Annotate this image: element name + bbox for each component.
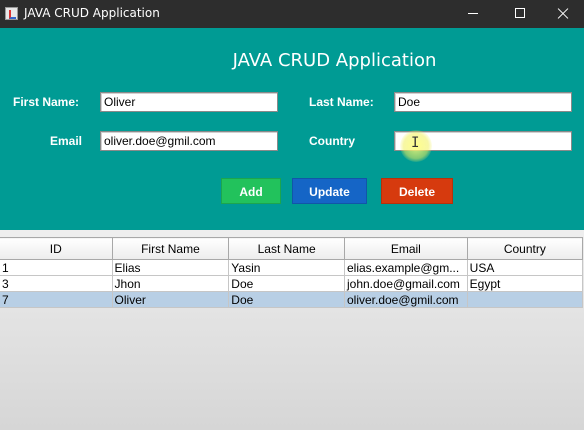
table-row-selected[interactable]: 7 Oliver Doe oliver.doe@gmil.com [0, 291, 584, 308]
first-name-label: First Name: [13, 95, 80, 109]
cell-first-name[interactable]: Jhon [111, 275, 230, 292]
records-table: ID First Name Last Name Email Country 1 … [0, 237, 584, 308]
cell-first-name[interactable]: Oliver [111, 291, 230, 308]
table-row[interactable]: 1 Elias Yasin elias.example@gm... USA [0, 259, 584, 276]
title-bar: JAVA CRUD Application [0, 0, 584, 28]
column-header-email[interactable]: Email [343, 237, 468, 260]
cell-last-name[interactable]: Yasin [228, 259, 345, 276]
text-cursor-icon: I [411, 135, 420, 151]
window-title: JAVA CRUD Application [24, 6, 160, 20]
minimize-icon [468, 13, 478, 14]
cell-first-name[interactable]: Elias [111, 259, 230, 276]
cell-email[interactable]: elias.example@gm... [343, 259, 468, 276]
first-name-field[interactable]: Oliver [100, 92, 278, 112]
cell-last-name[interactable]: Doe [228, 275, 345, 292]
column-header-first-name[interactable]: First Name [111, 237, 230, 260]
last-name-field[interactable]: Doe [394, 92, 572, 112]
email-field[interactable]: oliver.doe@gmil.com [100, 131, 278, 151]
cell-id[interactable]: 7 [0, 291, 113, 308]
form-heading: JAVA CRUD Application [232, 50, 437, 71]
panel-divider [0, 230, 584, 237]
cell-id[interactable]: 3 [0, 275, 113, 292]
cell-last-name[interactable]: Doe [228, 291, 345, 308]
app-icon [5, 7, 18, 20]
minimize-button[interactable] [450, 0, 496, 28]
cell-email[interactable]: john.doe@gmail.com [343, 275, 468, 292]
last-name-label: Last Name: [309, 95, 374, 109]
form-panel: JAVA CRUD Application First Name: Oliver… [0, 28, 584, 230]
table-header-row: ID First Name Last Name Email Country [0, 237, 584, 260]
table-row[interactable]: 3 Jhon Doe john.doe@gmail.com Egypt [0, 275, 584, 292]
maximize-icon [515, 8, 525, 18]
table-scroll-area[interactable]: ID First Name Last Name Email Country 1 … [0, 237, 584, 430]
column-header-id[interactable]: ID [0, 237, 113, 260]
delete-button[interactable]: Delete [381, 178, 453, 204]
cell-id[interactable]: 1 [0, 259, 113, 276]
close-button[interactable] [540, 0, 584, 28]
maximize-button[interactable] [497, 0, 543, 28]
column-header-last-name[interactable]: Last Name [228, 237, 345, 260]
cell-email[interactable]: oliver.doe@gmil.com [343, 291, 468, 308]
add-button[interactable]: Add [221, 178, 281, 204]
column-header-country[interactable]: Country [466, 237, 584, 260]
update-button[interactable]: Update [292, 178, 367, 204]
cell-country[interactable] [466, 291, 584, 308]
cell-country[interactable]: USA [466, 259, 584, 276]
email-label: Email [50, 134, 83, 148]
country-label: Country [309, 134, 355, 148]
cell-country[interactable]: Egypt [466, 275, 584, 292]
